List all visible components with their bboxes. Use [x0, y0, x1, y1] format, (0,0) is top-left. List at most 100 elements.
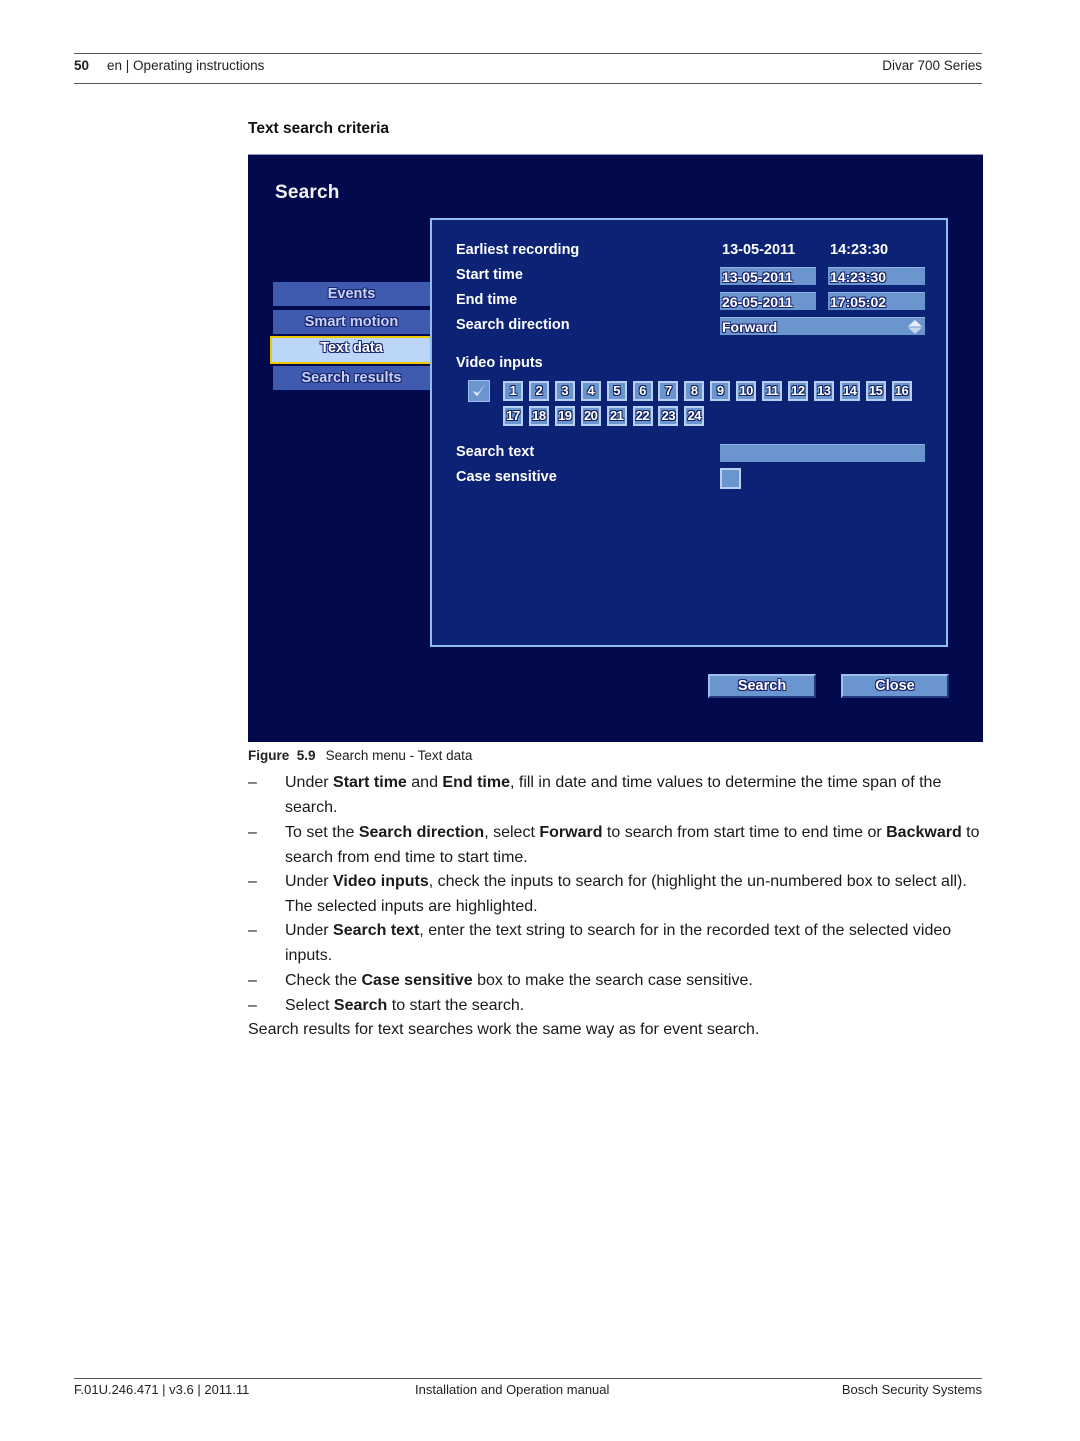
case-sensitive-checkbox[interactable]: [720, 468, 741, 489]
video-input-20[interactable]: 20: [580, 406, 601, 426]
tab-label: Events: [327, 286, 376, 302]
video-input-5[interactable]: 5: [606, 381, 627, 401]
list-item-text: Under Start time and End time, fill in d…: [285, 774, 942, 816]
list-item-text: Under Search text, enter the text string…: [285, 922, 952, 964]
list-item: – Under Start time and End time, fill in …: [248, 770, 988, 820]
header-product: Divar 700 Series: [882, 58, 982, 73]
start-date-field[interactable]: 13-05-2011: [720, 267, 816, 285]
bullet-dash: –: [248, 774, 257, 791]
video-input-6[interactable]: 6: [632, 381, 653, 401]
search-button[interactable]: Search: [708, 674, 816, 698]
list-item-text: Select Search to start the search.: [285, 997, 525, 1014]
video-input-11[interactable]: 11: [762, 381, 782, 401]
list-item: – Under Search text, enter the text strin…: [248, 918, 988, 968]
video-input-23[interactable]: 23: [658, 406, 679, 426]
emphasis: End time: [442, 774, 510, 791]
dvr-search-screen: Search Events Smart motion Text data Sea…: [248, 154, 983, 742]
bullet-dash: –: [248, 922, 257, 939]
start-time-field[interactable]: 14:23:30: [828, 267, 925, 285]
bullet-dash: –: [248, 997, 257, 1014]
video-input-16[interactable]: 16: [891, 381, 912, 401]
list-item-text: To set the Search direction, select Forw…: [285, 824, 980, 866]
earliest-recording-date: 13-05-2011: [722, 242, 796, 258]
video-input-19[interactable]: 19: [554, 406, 575, 426]
close-button[interactable]: Close: [841, 674, 949, 698]
tab-search-results[interactable]: Search results: [273, 366, 430, 390]
search-text-input[interactable]: [720, 444, 925, 462]
search-direction-value: Forward: [722, 319, 778, 335]
page-header: 50 en | Operating instructions Divar 700 …: [74, 58, 982, 73]
header-section: en | Operating instructions: [107, 58, 265, 73]
tab-events[interactable]: Events: [273, 282, 430, 306]
earliest-recording-time: 14:23:30: [830, 242, 889, 258]
footer-manual: Installation and Operation manual: [415, 1382, 610, 1397]
video-input-17[interactable]: 17: [503, 406, 523, 426]
video-input-22[interactable]: 22: [632, 406, 653, 426]
search-direction-label: Search direction: [456, 317, 570, 333]
footer-company: Bosch Security Systems: [841, 1382, 982, 1397]
emphasis: Start time: [333, 774, 407, 791]
video-input-8[interactable]: 8: [684, 381, 705, 401]
list-item: – To set the Search direction, select For…: [248, 820, 988, 870]
tab-label: Smart motion: [304, 314, 399, 330]
checkmark-icon: [472, 383, 486, 397]
video-input-13[interactable]: 13: [813, 381, 834, 401]
emphasis: Backward: [886, 824, 962, 841]
video-input-9[interactable]: 9: [710, 381, 731, 401]
start-time-label: Start time: [456, 267, 523, 283]
video-input-7[interactable]: 7: [658, 381, 679, 401]
figure-label: Figure 5.9: [248, 748, 316, 763]
emphasis: Video inputs: [333, 873, 429, 890]
end-time-field[interactable]: 17:05:02: [828, 292, 925, 310]
figure-caption: Figure 5.9 Search menu - Text data: [248, 748, 472, 763]
emphasis: Search text: [333, 922, 420, 939]
list-item-text: Under Video inputs, check the inputs to …: [285, 873, 967, 915]
case-sensitive-label: Case sensitive: [456, 469, 557, 485]
video-input-12[interactable]: 12: [787, 381, 808, 401]
list-item-text: Check the Case sensitive box to make the…: [285, 972, 753, 989]
video-input-10[interactable]: 10: [736, 381, 757, 401]
list-item: – Under Video inputs, check the inputs to…: [248, 869, 988, 919]
emphasis: Search direction: [358, 824, 485, 841]
header-bottom-rule: [74, 83, 982, 84]
video-input-2[interactable]: 2: [528, 381, 549, 401]
bullet-dash: –: [248, 873, 257, 890]
emphasis: Forward: [539, 824, 603, 841]
emphasis: Search: [333, 997, 388, 1014]
search-text-label: Search text: [456, 444, 535, 460]
screen-title: Search: [275, 182, 340, 203]
video-input-3[interactable]: 3: [554, 381, 575, 401]
tab-label: Search results: [301, 370, 402, 386]
figure-text: Search menu - Text data: [325, 748, 473, 763]
bullet-dash: –: [248, 824, 257, 841]
tab-text-data[interactable]: Text data: [270, 336, 433, 364]
end-time-label: End time: [456, 292, 518, 308]
figure-number: 5.9: [296, 748, 316, 763]
earliest-recording-label: Earliest recording: [456, 242, 580, 258]
video-input-18[interactable]: 18: [528, 406, 549, 426]
video-input-4[interactable]: 4: [580, 381, 601, 401]
header-top-rule: [74, 53, 982, 54]
video-input-21[interactable]: 21: [606, 406, 627, 426]
list-item: – Select Search to start the search.: [248, 993, 988, 1018]
video-inputs-label: Video inputs: [456, 355, 543, 371]
tab-label: Text data: [320, 340, 383, 356]
footer-doc-id: F.01U.246.471 | v3.6 | 2011.11: [74, 1382, 250, 1397]
list-item: – Check the Case sensitive box to make th…: [248, 968, 988, 993]
footer-rule: [74, 1378, 982, 1379]
bullet-dash: –: [248, 972, 257, 989]
search-direction-select[interactable]: Forward: [720, 317, 925, 335]
select-all-inputs-checkbox[interactable]: [468, 380, 490, 402]
emphasis: Case sensitive: [361, 972, 473, 989]
up-down-spinner-icon[interactable]: [907, 319, 923, 335]
figure-word: Figure: [248, 748, 290, 763]
page-number: 50: [74, 58, 90, 73]
search-criteria-panel: Earliest recording 13-05-2011 14:23:30 S…: [430, 218, 948, 647]
page-footer: F.01U.246.471 | v3.6 | 2011.11 Installat…: [74, 1382, 982, 1397]
video-input-15[interactable]: 15: [865, 381, 886, 401]
video-input-24[interactable]: 24: [684, 406, 705, 426]
video-input-1[interactable]: 1: [503, 381, 523, 401]
end-date-field[interactable]: 26-05-2011: [720, 292, 816, 310]
tab-smart-motion[interactable]: Smart motion: [273, 310, 430, 334]
video-input-14[interactable]: 14: [839, 381, 860, 401]
